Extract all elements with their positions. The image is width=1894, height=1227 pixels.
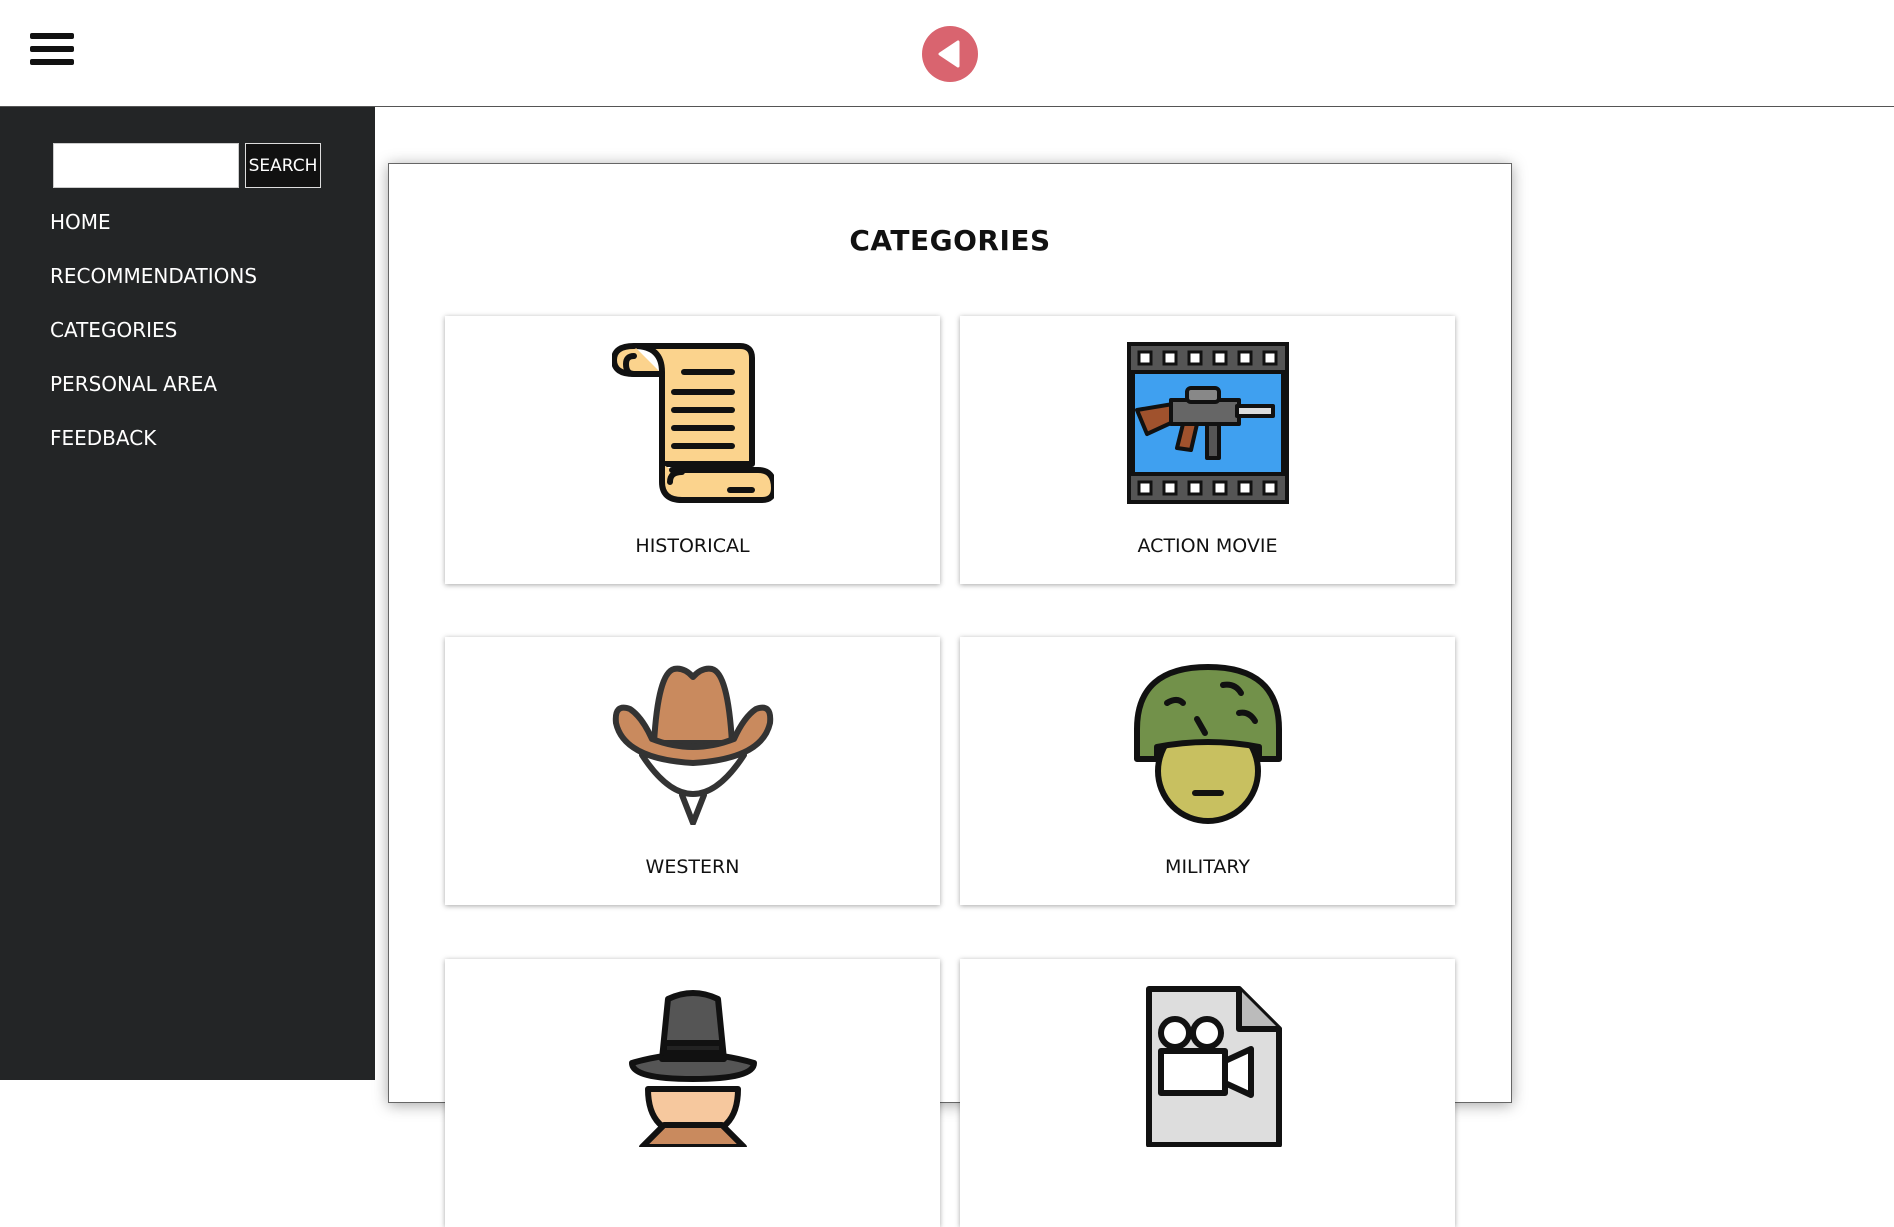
back-arrow-icon [938,40,960,68]
sidebar: SEARCH HOME RECOMMENDATIONS CATEGORIES P… [0,107,375,1080]
cowboy-hat-icon [612,665,774,825]
card-label: ACTION MOVIE [1137,535,1278,557]
category-card-military[interactable]: MILITARY [960,637,1455,905]
film-file-icon [1146,986,1282,1147]
category-card-western[interactable]: WESTERN [445,637,940,905]
search-input[interactable] [53,143,239,188]
categories-panel: CATEGORIES HISTORICAL ACTION MOVIE WESTE… [388,163,1512,1227]
card-label: MILITARY [1165,856,1250,878]
category-card-film-file[interactable] [960,959,1455,1227]
category-card-detective[interactable] [445,959,940,1227]
sidebar-item-home[interactable]: HOME [50,210,257,264]
category-card-historical[interactable]: HISTORICAL [445,316,940,584]
film-rifle-icon [1127,342,1289,504]
sidebar-item-personal-area[interactable]: PERSONAL AREA [50,372,257,426]
sidebar-item-feedback[interactable]: FEEDBACK [50,426,257,480]
page-title: CATEGORIES [849,224,1051,257]
soldier-helmet-icon [1134,664,1282,824]
category-card-action-movie[interactable]: ACTION MOVIE [960,316,1455,584]
card-label: WESTERN [645,856,740,878]
detective-icon [629,990,757,1147]
menu-icon[interactable] [30,33,74,73]
card-label: HISTORICAL [635,535,750,557]
sidebar-item-categories[interactable]: CATEGORIES [50,318,257,372]
search-button[interactable]: SEARCH [245,143,321,188]
scroll-icon [612,343,774,503]
top-bar [0,0,1894,107]
back-button[interactable] [922,26,978,82]
sidebar-nav: HOME RECOMMENDATIONS CATEGORIES PERSONAL… [50,210,257,480]
sidebar-item-recommendations[interactable]: RECOMMENDATIONS [50,264,257,318]
